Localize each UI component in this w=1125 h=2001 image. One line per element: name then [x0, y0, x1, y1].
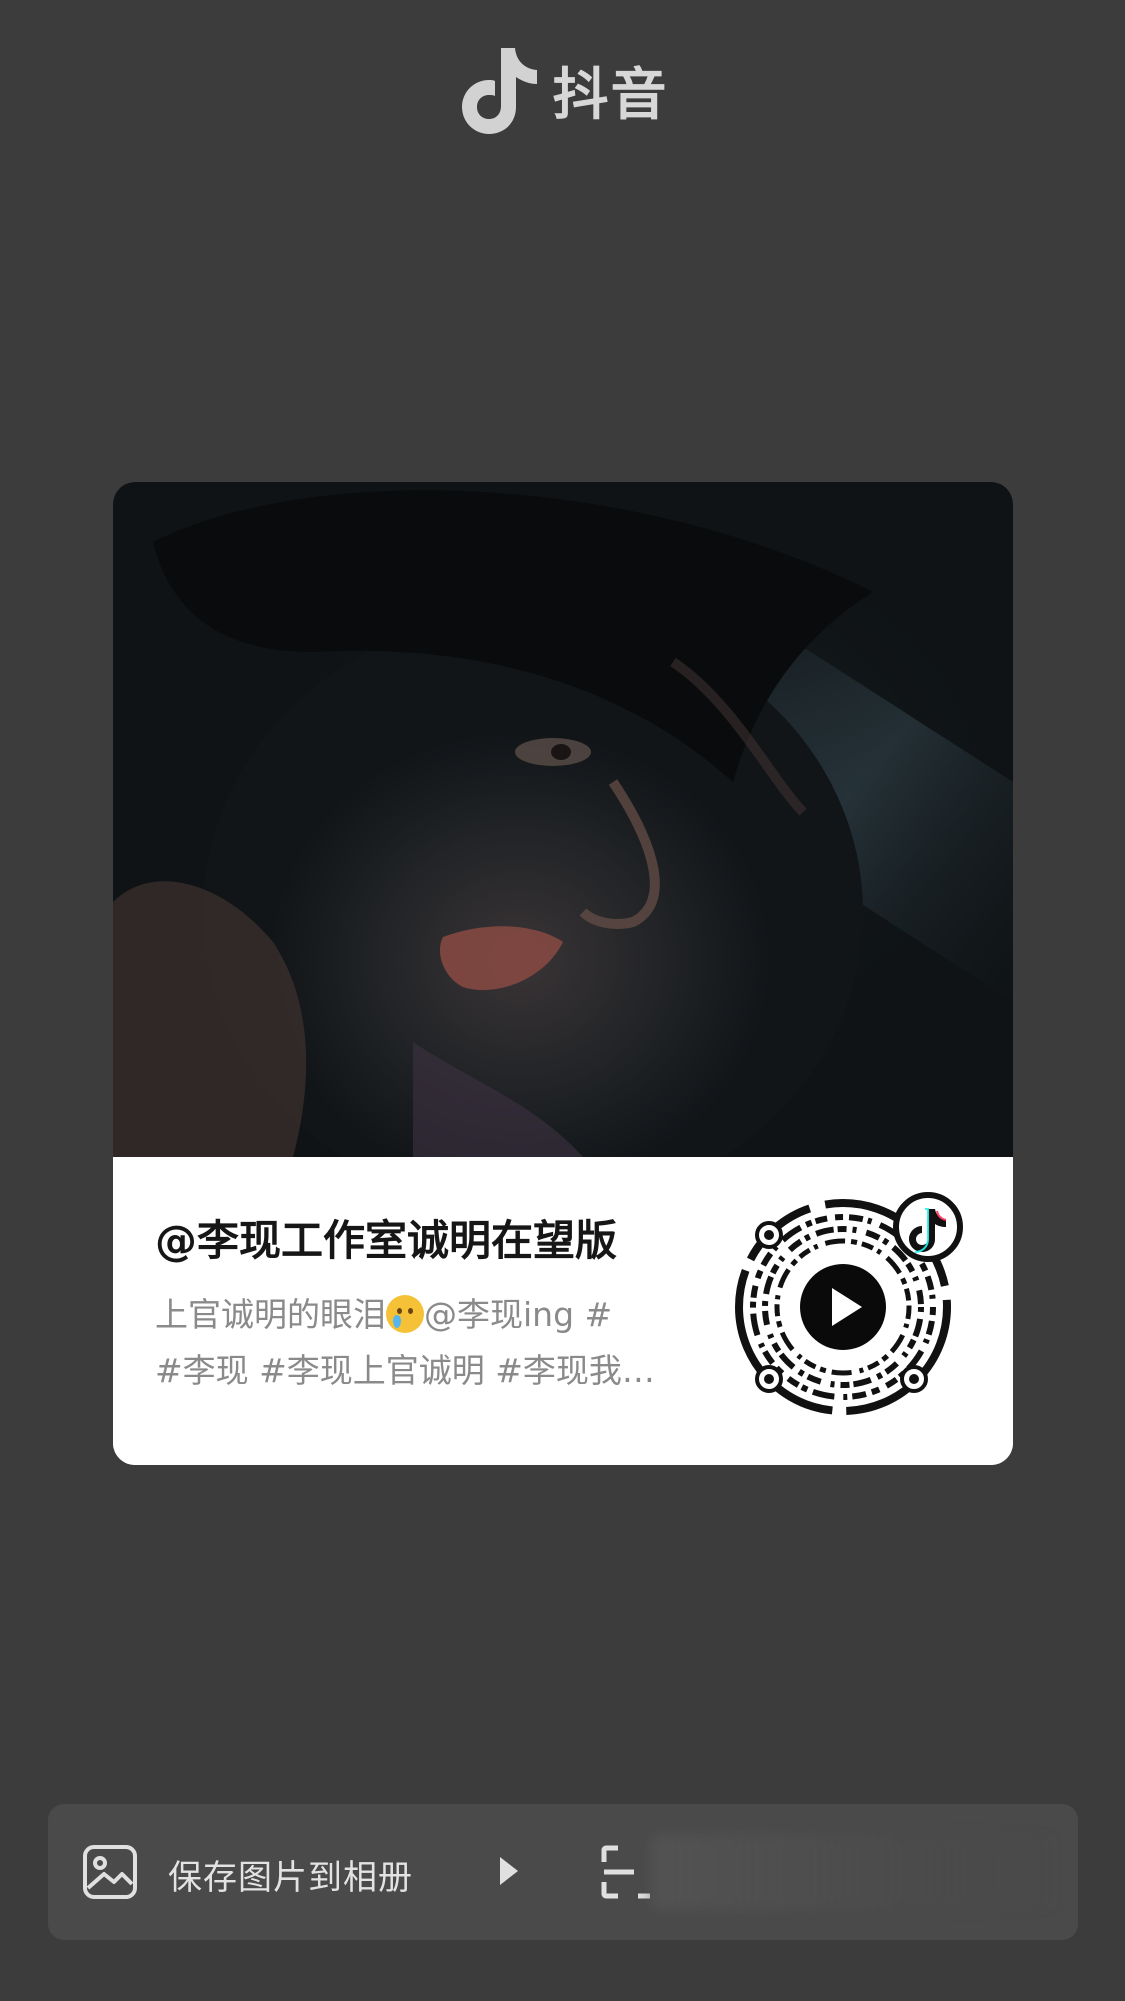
- share-image-page: 抖音 @李现工作室诚明在望版 上官诚明的眼泪 @李现ing # #李现 #李现上…: [0, 0, 1125, 2001]
- share-card[interactable]: @李现工作室诚明在望版 上官诚明的眼泪 @李现ing # #李现 #李现上官诚明 …: [113, 482, 1013, 1465]
- cover-photo[interactable]: [113, 482, 1013, 1157]
- scan-icon[interactable]: [600, 1844, 656, 1904]
- save-to-album-button[interactable]: 保存图片到相册: [168, 1850, 413, 1899]
- description-line-2: #李现 #李现上官诚明 #李现我…: [155, 1351, 655, 1390]
- image-icon[interactable]: [82, 1844, 138, 1904]
- app-logo: 抖音: [0, 44, 1125, 136]
- play-arrow-icon[interactable]: [496, 1854, 522, 1892]
- card-info: @李现工作室诚明在望版 上官诚明的眼泪 @李现ing # #李现 #李现上官诚明 …: [113, 1157, 1013, 1465]
- douyin-note-icon: [457, 44, 539, 136]
- description-text-1: 上官诚明的眼泪: [155, 1295, 386, 1334]
- bottom-action-bar: 保存图片到相册: [48, 1804, 1078, 1940]
- description-line-1: 上官诚明的眼泪 @李现ing #: [155, 1287, 695, 1343]
- qr-code[interactable]: [728, 1187, 968, 1427]
- qr-corner-marker-1: [755, 1221, 783, 1249]
- description-text-2: @李现ing #: [424, 1295, 613, 1334]
- app-name: 抖音: [552, 62, 669, 128]
- qr-corner-marker-3: [900, 1365, 928, 1393]
- qr-douyin-badge: [893, 1192, 963, 1262]
- blurred-region: [650, 1834, 1060, 1910]
- video-description: 上官诚明的眼泪 @李现ing # #李现 #李现上官诚明 #李现我…: [155, 1287, 695, 1399]
- author-name[interactable]: @李现工作室诚明在望版: [155, 1207, 715, 1268]
- crying-face-icon: [386, 1295, 424, 1333]
- qr-corner-marker-2: [755, 1365, 783, 1393]
